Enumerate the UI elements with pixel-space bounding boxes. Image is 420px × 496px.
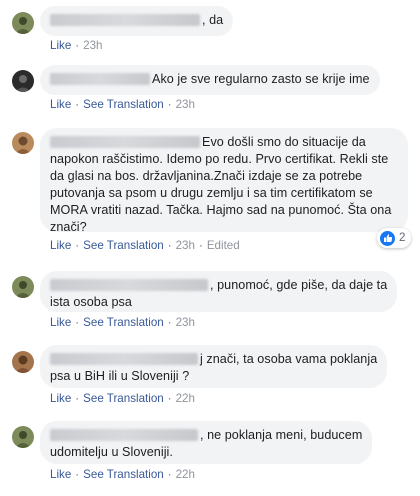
like-button[interactable]: Like <box>50 392 71 405</box>
comment-actions: Like · See Translation · 22h <box>50 468 195 481</box>
comment-time[interactable]: 22h <box>176 468 195 481</box>
separator-dot: · <box>75 239 80 252</box>
comment-actions: Like · See Translation · 23h <box>50 316 195 329</box>
separator-dot: · <box>75 392 80 405</box>
separator-dot: · <box>167 316 172 329</box>
separator-dot: · <box>167 98 172 111</box>
avatar[interactable] <box>12 132 34 154</box>
see-translation-link[interactable]: See Translation <box>83 98 164 111</box>
comment-bubble: , da <box>40 6 234 36</box>
avatar[interactable] <box>12 426 34 448</box>
comment-text: napokon raščistimo. Idemo po redu. Prvo … <box>50 152 392 234</box>
avatar[interactable] <box>12 70 34 92</box>
like-button[interactable]: Like <box>50 39 71 52</box>
thumbs-up-icon <box>380 230 395 246</box>
see-translation-link[interactable]: See Translation <box>83 316 164 329</box>
comment-text: psa u BiH ili u Sloveniji ? <box>50 369 190 383</box>
comment-bubble: Ako je sve regularno zasto se krije ime <box>40 65 380 95</box>
like-button[interactable]: Like <box>50 468 71 481</box>
comment-time[interactable]: 23h <box>83 39 102 52</box>
comment-time[interactable]: 22h <box>176 392 195 405</box>
comment-actions: Like · See Translation · 23h <box>50 98 195 111</box>
comment-actions: Like · 23h <box>50 39 103 52</box>
redacted-name[interactable] <box>50 73 150 85</box>
like-button[interactable]: Like <box>50 316 71 329</box>
like-button[interactable]: Like <box>50 98 71 111</box>
separator-dot: · <box>75 468 80 481</box>
like-button[interactable]: Like <box>50 239 71 252</box>
comment-bubble: Evo došli smo do situacije da napokon raš… <box>40 128 408 234</box>
separator-dot: · <box>167 239 172 252</box>
separator-dot: · <box>75 316 80 329</box>
comment-text: ista osoba psa <box>50 295 132 309</box>
separator-dot: · <box>167 392 172 405</box>
redacted-name[interactable] <box>50 14 200 26</box>
avatar[interactable] <box>12 12 34 34</box>
see-translation-link[interactable]: See Translation <box>83 392 164 405</box>
comment-actions: Like · See Translation · 22h <box>50 392 195 405</box>
redacted-name[interactable] <box>50 136 200 148</box>
edited-label[interactable]: Edited <box>207 239 240 252</box>
comment-actions: Like · See Translation · 23h · Edited <box>50 239 240 252</box>
comment-text-line1: Evo došli smo do situacije da <box>202 135 366 149</box>
redacted-name[interactable] <box>50 279 208 291</box>
comment-bubble: , punomoć, gde piše, da daje ta ista osob… <box>40 271 398 312</box>
separator-dot: · <box>167 468 172 481</box>
reaction-count: 2 <box>399 232 406 244</box>
comment-text-line1: , ne poklanja meni, buducem <box>200 428 363 442</box>
comment-text-line1: j znači, ta osoba vama poklanja <box>200 352 378 366</box>
comment-bubble: j znači, ta osoba vama poklanja psa u BiH… <box>40 345 388 388</box>
separator-dot: · <box>75 98 80 111</box>
avatar[interactable] <box>12 351 34 373</box>
reaction-badge[interactable]: 2 <box>377 228 412 248</box>
comment-text-line1: , punomoć, gde piše, da daje ta <box>210 278 388 292</box>
comment-text: Ako je sve regularno zasto se krije ime <box>152 72 370 86</box>
comment-bubble: , ne poklanja meni, buducem udomitelju u … <box>40 421 373 464</box>
see-translation-link[interactable]: See Translation <box>83 239 164 252</box>
redacted-name[interactable] <box>50 429 198 441</box>
comment-text: udomitelju u Sloveniji. <box>50 445 173 459</box>
comment-text: , da <box>202 13 224 27</box>
comment-time[interactable]: 23h <box>176 316 195 329</box>
redacted-name[interactable] <box>50 353 198 365</box>
comment-time[interactable]: 23h <box>176 239 195 252</box>
avatar[interactable] <box>12 276 34 298</box>
comment-thread: , da Like · 23h Ako je sve regularno zasto… <box>0 0 420 496</box>
separator-dot: · <box>198 239 203 252</box>
separator-dot: · <box>75 39 80 52</box>
see-translation-link[interactable]: See Translation <box>83 468 164 481</box>
comment-time[interactable]: 23h <box>176 98 195 111</box>
